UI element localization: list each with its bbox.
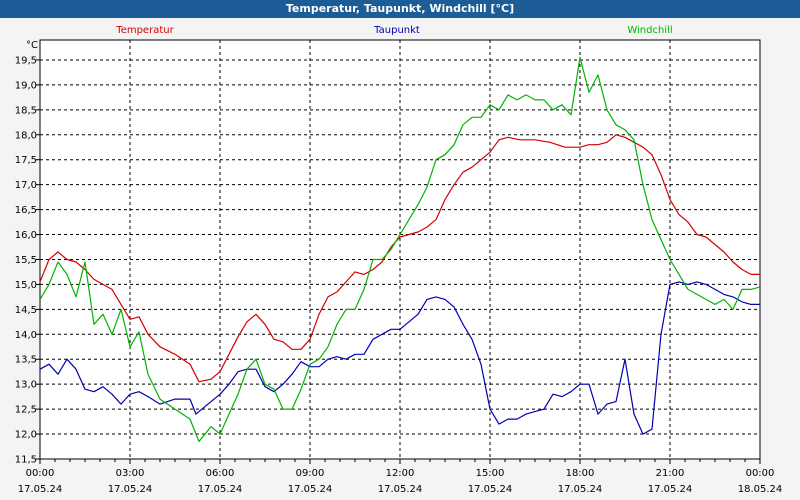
y-tick-label: 16,0 — [15, 230, 37, 241]
legend-windchill: Windchill — [627, 25, 672, 36]
y-tick-label: 14,0 — [15, 330, 37, 341]
x-tick-time: 21:00 — [656, 468, 685, 479]
x-tick-date: 17.05.24 — [18, 484, 63, 495]
x-tick-date: 17.05.24 — [648, 484, 693, 495]
x-tick-time: 00:00 — [746, 468, 775, 479]
y-tick-label: 19,0 — [15, 80, 37, 91]
y-tick-label: 18,0 — [15, 130, 37, 141]
x-tick-date: 17.05.24 — [558, 484, 603, 495]
y-tick-label: 17,0 — [15, 180, 37, 191]
y-tick-label: 19,5 — [15, 55, 37, 66]
y-tick-label: 11,5 — [15, 455, 37, 466]
legend: Temperatur Taupunkt Windchill — [115, 25, 672, 36]
y-tick-label: 16,5 — [15, 205, 37, 216]
y-tick-label: 18,5 — [15, 105, 37, 116]
x-tick-time: 09:00 — [296, 468, 325, 479]
y-axis-label: °C — [26, 40, 38, 51]
x-tick-time: 12:00 — [386, 468, 415, 479]
y-tick-label: 15,5 — [15, 255, 37, 266]
y-tick-label: 12,0 — [15, 430, 37, 441]
y-tick-label: 17,5 — [15, 155, 37, 166]
x-tick-date: 18.05.24 — [738, 484, 783, 495]
x-tick-time: 18:00 — [566, 468, 595, 479]
x-tick-date: 17.05.24 — [198, 484, 243, 495]
line-chart: 11,5 12,0 12,5 13,0 13,5 14,0 14,5 15,0 15,5 16,0… — [15, 25, 783, 495]
legend-temperatur: Temperatur — [115, 25, 174, 36]
y-tick-label: 14,5 — [15, 305, 37, 316]
x-tick-time: 00:00 — [26, 468, 55, 479]
x-tick-date: 17.05.24 — [288, 484, 333, 495]
y-tick-label: 13,5 — [15, 355, 37, 366]
chart-title: Temperatur, Taupunkt, Windchill [°C] — [285, 2, 515, 15]
x-tick-date: 17.05.24 — [378, 484, 423, 495]
y-tick-label: 15,0 — [15, 280, 37, 291]
x-tick-date: 17.05.24 — [108, 484, 153, 495]
x-tick-time: 06:00 — [206, 468, 235, 479]
x-tick-date: 17.05.24 — [468, 484, 513, 495]
y-tick-label: 13,0 — [15, 380, 37, 391]
legend-taupunkt: Taupunkt — [373, 25, 420, 36]
x-tick-time: 15:00 — [476, 468, 505, 479]
x-tick-time: 03:00 — [116, 468, 145, 479]
y-tick-label: 12,5 — [15, 405, 37, 416]
